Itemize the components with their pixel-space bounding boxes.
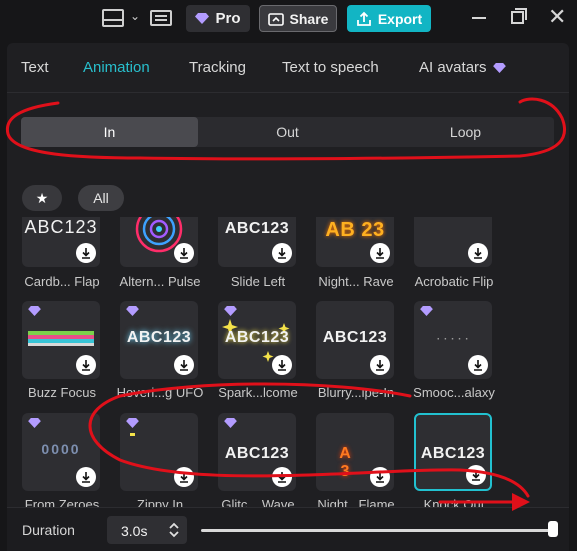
tab-animation[interactable]: Animation <box>83 59 150 76</box>
download-icon[interactable] <box>468 355 488 375</box>
tab-tracking[interactable]: Tracking <box>189 59 246 76</box>
download-icon[interactable] <box>272 243 292 263</box>
animation-label: Slide Left <box>230 274 286 289</box>
animation-thumbnail[interactable]: A 3 <box>316 413 394 491</box>
download-icon[interactable] <box>272 467 292 487</box>
animation-label: Zippy In <box>136 497 184 507</box>
download-icon[interactable] <box>76 243 96 263</box>
download-icon[interactable] <box>370 467 390 487</box>
animation-thumbnail[interactable] <box>120 413 198 491</box>
animation-label: Hoveri...g UFO <box>116 385 204 400</box>
animation-label: Altern... Pulse <box>119 274 201 289</box>
tab-text[interactable]: Text <box>21 59 49 76</box>
animation-thumbnail[interactable]: ABC123 <box>316 301 394 379</box>
preview-text: AB 23 <box>325 219 385 241</box>
animation-label: Blurry...ipe-In <box>317 385 395 400</box>
animation-label: Smooc...alaxy <box>413 385 495 400</box>
preview-text: ABC123 <box>126 329 192 346</box>
animation-thumbnail[interactable] <box>120 217 198 267</box>
animation-thumbnail[interactable]: ABC123 <box>218 217 296 267</box>
export-button[interactable]: Export <box>347 5 431 32</box>
animation-label: Glitc... Wave <box>221 497 295 507</box>
diamond-icon <box>492 60 506 77</box>
duration-slider-handle[interactable] <box>548 521 558 537</box>
share-icon <box>267 12 284 26</box>
animation-label: Night... Rave <box>318 274 394 289</box>
animation-label: Cardb... Flap <box>24 274 100 289</box>
duration-slider[interactable] <box>201 529 551 532</box>
duration-value: 3.0s <box>121 523 148 539</box>
segment-out[interactable]: Out <box>199 117 376 147</box>
preview-text: ABC123 <box>24 217 98 237</box>
download-icon[interactable] <box>174 243 194 263</box>
premium-diamond-icon <box>224 418 237 428</box>
animation-thumbnail[interactable]: ABC123 <box>22 217 100 267</box>
animation-type-segmented-control: In Out Loop <box>21 117 554 147</box>
tab-ai-avatars-label: AI avatars <box>419 59 487 76</box>
animation-thumbnail[interactable] <box>414 217 492 267</box>
star-icon: ★ <box>35 189 49 206</box>
pro-button[interactable]: Pro <box>186 5 250 32</box>
download-icon[interactable] <box>76 355 96 375</box>
tab-text-to-speech[interactable]: Text to speech <box>282 59 379 76</box>
preview-text: ABC123 <box>224 220 290 237</box>
minimize-icon[interactable] <box>472 17 486 19</box>
download-icon[interactable] <box>174 355 194 375</box>
close-icon[interactable]: ✕ <box>548 6 566 28</box>
preview-text: ABC123 <box>420 445 486 462</box>
tab-ai-avatars[interactable]: AI avatars <box>419 59 506 77</box>
animation-thumbnail[interactable]: ABC123 <box>218 301 296 379</box>
segment-loop[interactable]: Loop <box>377 117 554 147</box>
text-panel: Text Animation Tracking Text to speech A… <box>7 43 569 551</box>
download-icon[interactable] <box>272 355 292 375</box>
upload-icon <box>356 11 371 26</box>
share-label: Share <box>289 10 329 27</box>
restore-icon[interactable] <box>511 8 527 24</box>
preview-text: · · · · · <box>436 334 470 345</box>
animation-label: Knock Out <box>423 497 485 507</box>
download-icon[interactable] <box>174 467 194 487</box>
segment-in[interactable]: In <box>21 117 198 147</box>
download-icon[interactable] <box>466 465 486 485</box>
animation-thumbnail[interactable]: AB 23 <box>316 217 394 267</box>
title-bar: ⌄ Pro Share Export ✕ <box>0 0 577 38</box>
all-filter[interactable]: All <box>78 185 124 211</box>
preview-text: ABC123 <box>322 329 388 346</box>
animation-label: Spark...lcome <box>218 385 298 400</box>
animation-label: Acrobatic Flip <box>414 274 494 289</box>
diamond-icon <box>195 13 210 24</box>
animation-grid: ABC123 Cardb... Flap Altern... Pulse ABC… <box>7 217 569 507</box>
premium-diamond-icon <box>126 306 139 316</box>
pro-label: Pro <box>215 10 241 27</box>
export-label: Export <box>377 10 423 27</box>
stepper-icon[interactable] <box>167 520 181 540</box>
duration-label: Duration <box>22 522 75 538</box>
animation-thumbnail[interactable] <box>22 301 100 379</box>
animation-label: Night...Flame <box>317 497 395 507</box>
premium-diamond-icon <box>28 418 41 428</box>
animation-label: From Zeroes <box>24 497 100 507</box>
download-icon[interactable] <box>370 243 390 263</box>
duration-bar: Duration 3.0s <box>7 507 569 551</box>
preview-text: ABC123 <box>224 445 290 462</box>
chevron-down-icon[interactable]: ⌄ <box>130 9 140 23</box>
premium-diamond-icon <box>420 306 433 316</box>
share-button[interactable]: Share <box>259 5 337 32</box>
favorites-filter[interactable]: ★ <box>22 185 62 211</box>
layout-icon[interactable] <box>102 9 124 27</box>
animation-thumbnail[interactable]: ABC123 <box>218 413 296 491</box>
preview-text: ABC123 <box>224 329 290 346</box>
animation-thumbnail[interactable]: ABC123 <box>414 413 492 491</box>
preview-text: 0000 <box>41 441 81 457</box>
duration-input[interactable]: 3.0s <box>107 516 187 544</box>
keyboard-icon[interactable] <box>150 10 172 26</box>
download-icon[interactable] <box>370 355 390 375</box>
download-icon[interactable] <box>76 467 96 487</box>
tab-bar: Text Animation Tracking Text to speech A… <box>7 43 569 93</box>
animation-label: Buzz Focus <box>28 385 96 400</box>
animation-thumbnail[interactable]: ABC123 <box>120 301 198 379</box>
animation-thumbnail[interactable]: · · · · · <box>414 301 492 379</box>
animation-thumbnail[interactable]: 0000 <box>22 413 100 491</box>
download-icon[interactable] <box>468 243 488 263</box>
